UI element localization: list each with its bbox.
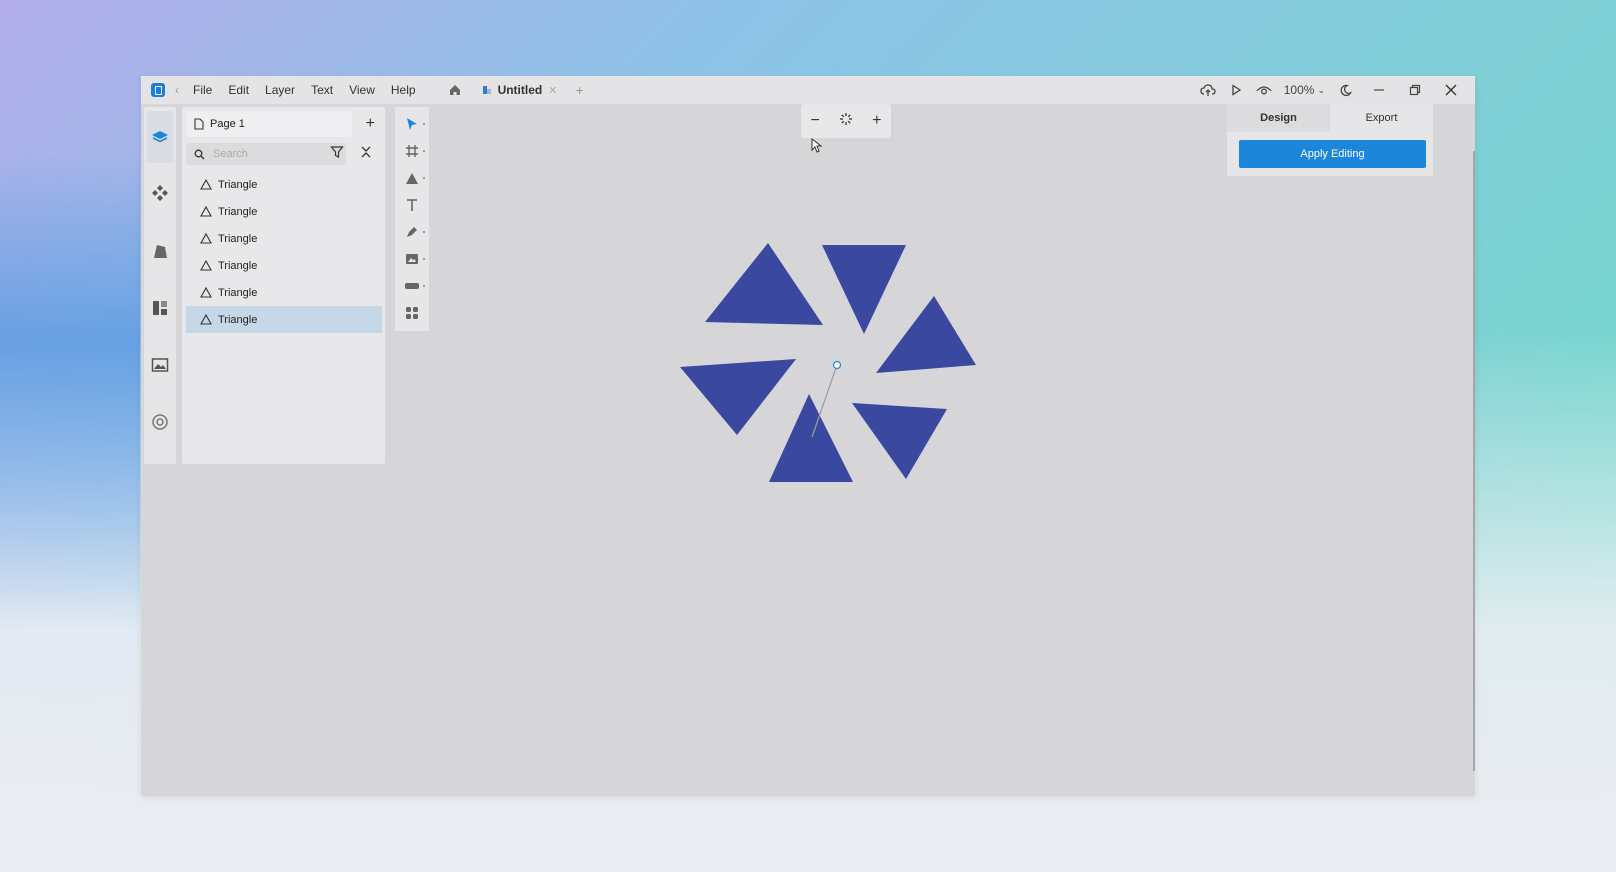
cloud-upload-icon[interactable]	[1194, 76, 1222, 104]
apply-editing-button[interactable]: Apply Editing	[1239, 140, 1426, 168]
menu-text[interactable]: Text	[311, 83, 333, 97]
dark-mode-moon-icon[interactable]	[1331, 76, 1359, 104]
properties-tabs: Design Export	[1227, 104, 1433, 132]
triangle-shape-6[interactable]	[852, 403, 947, 479]
zoom-dropdown[interactable]: 100% ⌄	[1284, 83, 1325, 97]
zoom-value: 100%	[1283, 83, 1315, 97]
home-icon[interactable]	[448, 83, 462, 97]
rotation-handle[interactable]	[832, 360, 842, 370]
chevron-down-icon: ⌄	[1317, 84, 1325, 95]
app-window: ‹ File Edit Layer Text View Help Untitle…	[141, 76, 1475, 796]
background-glow	[0, 150, 140, 630]
document-icon	[482, 86, 491, 94]
new-tab-icon[interactable]: +	[575, 82, 583, 98]
triangle-shape-5[interactable]	[769, 394, 853, 482]
close-window-icon[interactable]	[1437, 76, 1465, 104]
window-controls: 100% ⌄	[1194, 76, 1465, 104]
tab-design[interactable]: Design	[1227, 104, 1330, 132]
minimize-icon[interactable]	[1365, 76, 1393, 104]
restore-icon[interactable]	[1401, 76, 1429, 104]
title-bar: ‹ File Edit Layer Text View Help Untitle…	[141, 76, 1475, 104]
triangle-shape-2[interactable]	[822, 245, 906, 334]
triangle-shape-3[interactable]	[876, 296, 976, 373]
tab-title: Untitled	[497, 83, 543, 97]
app-logo-icon[interactable]	[151, 83, 165, 97]
tab-close-icon[interactable]: ✕	[548, 84, 557, 97]
triangle-shape-1[interactable]	[705, 243, 823, 325]
preview-eye-icon[interactable]	[1250, 76, 1278, 104]
menu-layer[interactable]: Layer	[265, 83, 295, 97]
tab-export[interactable]: Export	[1330, 104, 1433, 132]
design-canvas[interactable]	[141, 104, 1475, 796]
triangle-shape-4[interactable]	[680, 359, 796, 435]
properties-panel: Design Export Apply Editing	[1227, 104, 1433, 176]
document-tab[interactable]: Untitled ✕	[482, 83, 557, 97]
menu-help[interactable]: Help	[391, 83, 416, 97]
back-chevron-icon[interactable]: ‹	[175, 83, 179, 97]
menu-view[interactable]: View	[349, 83, 375, 97]
mouse-cursor-icon	[811, 138, 823, 153]
menu-edit[interactable]: Edit	[228, 83, 249, 97]
play-icon[interactable]	[1222, 76, 1250, 104]
menu-file[interactable]: File	[193, 83, 212, 97]
menu-bar: File Edit Layer Text View Help	[193, 83, 416, 97]
canvas-scrollbar[interactable]	[1473, 151, 1475, 771]
